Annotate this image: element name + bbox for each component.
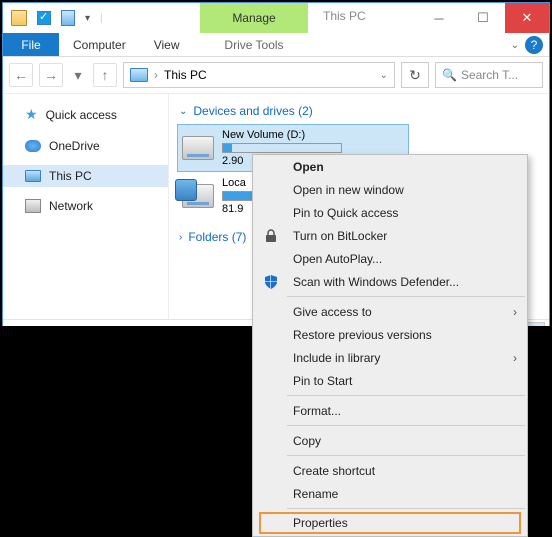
- sidebar-item-label: Quick access: [46, 108, 117, 122]
- refresh-button[interactable]: ↻: [401, 62, 429, 88]
- properties-qat-icon[interactable]: [37, 11, 51, 25]
- file-tab[interactable]: File: [3, 33, 59, 56]
- drive-capacity-fill: [223, 144, 232, 152]
- section-caret-icon: ›: [179, 232, 182, 243]
- nav-recent-chevron-icon[interactable]: ▾: [69, 63, 87, 87]
- ctx-separator: [287, 508, 525, 509]
- close-button[interactable]: [505, 3, 549, 33]
- onedrive-icon: [25, 140, 41, 152]
- navigation-pane: ★ Quick access OneDrive This PC Network: [3, 94, 169, 323]
- computer-tab[interactable]: Computer: [59, 33, 140, 56]
- search-icon: 🔍: [442, 68, 457, 82]
- address-dropdown-icon[interactable]: ⌄: [380, 70, 388, 81]
- ctx-autoplay[interactable]: Open AutoPlay...: [253, 247, 527, 270]
- context-menu: Open Open in new window Pin to Quick acc…: [252, 154, 528, 537]
- section-title: Folders (7): [188, 230, 246, 244]
- maximize-button[interactable]: [461, 3, 505, 33]
- quick-access-icon: ★: [25, 106, 38, 123]
- contextual-tab-manage[interactable]: Manage: [200, 3, 308, 33]
- ctx-give-access-to[interactable]: Give access to ›: [253, 300, 527, 323]
- ctx-separator: [287, 425, 525, 426]
- section-title: Devices and drives (2): [193, 104, 312, 118]
- sidebar-item-quick-access[interactable]: ★ Quick access: [3, 102, 168, 127]
- sidebar-item-label: OneDrive: [49, 139, 100, 153]
- network-icon: [25, 199, 41, 213]
- submenu-arrow-icon: ›: [513, 305, 517, 319]
- bitlocker-lock-icon: [263, 228, 279, 244]
- navigation-row: ← → ▾ ↑ › This PC ⌄ ↻ 🔍 Search T...: [3, 57, 549, 93]
- ctx-rename[interactable]: Rename: [253, 482, 527, 505]
- quick-access-toolbar: ▾ |: [3, 10, 103, 26]
- search-input[interactable]: 🔍 Search T...: [435, 62, 543, 88]
- window-title: This PC: [323, 9, 366, 23]
- newfolder-qat-icon[interactable]: [61, 10, 75, 26]
- ctx-separator: [287, 455, 525, 456]
- drive-tools-tab[interactable]: Drive Tools: [200, 33, 308, 57]
- view-tab[interactable]: View: [140, 33, 194, 56]
- ctx-separator: [287, 395, 525, 396]
- address-pc-icon: [130, 68, 148, 82]
- devices-section-header[interactable]: ⌄ Devices and drives (2): [179, 104, 541, 118]
- ctx-windows-defender[interactable]: Scan with Windows Defender...: [253, 270, 527, 293]
- ctx-create-shortcut[interactable]: Create shortcut: [253, 459, 527, 482]
- ctx-open-new-window[interactable]: Open in new window: [253, 178, 527, 201]
- window-controls: [417, 3, 549, 33]
- drive-icon: [182, 136, 214, 160]
- this-pc-icon: [25, 170, 41, 182]
- ctx-include-in-library[interactable]: Include in library ›: [253, 346, 527, 369]
- ctx-pin-to-start[interactable]: Pin to Start: [253, 369, 527, 392]
- ctx-format[interactable]: Format...: [253, 399, 527, 422]
- minimize-button[interactable]: [417, 3, 461, 33]
- help-button[interactable]: ?: [525, 36, 543, 54]
- submenu-arrow-icon: ›: [513, 351, 517, 365]
- ribbon-collapse-chevron-icon[interactable]: ⌄: [511, 33, 519, 57]
- ctx-properties[interactable]: Properties: [259, 512, 521, 534]
- ctx-open[interactable]: Open: [253, 155, 527, 178]
- qat-chevron-icon[interactable]: ▾: [85, 13, 90, 24]
- section-caret-icon: ⌄: [179, 106, 187, 117]
- sidebar-item-network[interactable]: Network: [3, 195, 168, 217]
- ctx-bitlocker[interactable]: Turn on BitLocker: [253, 224, 527, 247]
- nav-up-button[interactable]: ↑: [93, 63, 117, 87]
- search-placeholder: Search T...: [461, 68, 518, 82]
- ctx-copy[interactable]: Copy: [253, 429, 527, 452]
- address-path: This PC: [164, 68, 207, 82]
- sidebar-item-this-pc[interactable]: This PC: [3, 165, 168, 187]
- drive-label: New Volume (D:): [222, 129, 342, 141]
- qat-separator: |: [100, 13, 103, 24]
- ctx-separator: [287, 296, 525, 297]
- drive-icon: [182, 184, 214, 208]
- drive-capacity-bar: [222, 143, 342, 153]
- nav-forward-button[interactable]: →: [39, 63, 63, 87]
- title-bar: ▾ | Manage This PC: [3, 3, 549, 33]
- defender-shield-icon: [263, 274, 279, 290]
- folder-icon: [11, 10, 27, 26]
- address-separator-icon: ›: [154, 68, 158, 82]
- address-bar[interactable]: › This PC ⌄: [123, 62, 395, 88]
- sidebar-item-onedrive[interactable]: OneDrive: [3, 135, 168, 157]
- ctx-pin-quick-access[interactable]: Pin to Quick access: [253, 201, 527, 224]
- ribbon-tabs: File Computer View Drive Tools ⌄ ?: [3, 33, 549, 57]
- sidebar-item-label: This PC: [49, 169, 92, 183]
- ctx-restore-previous[interactable]: Restore previous versions: [253, 323, 527, 346]
- nav-back-button[interactable]: ←: [9, 63, 33, 87]
- sidebar-item-label: Network: [49, 199, 93, 213]
